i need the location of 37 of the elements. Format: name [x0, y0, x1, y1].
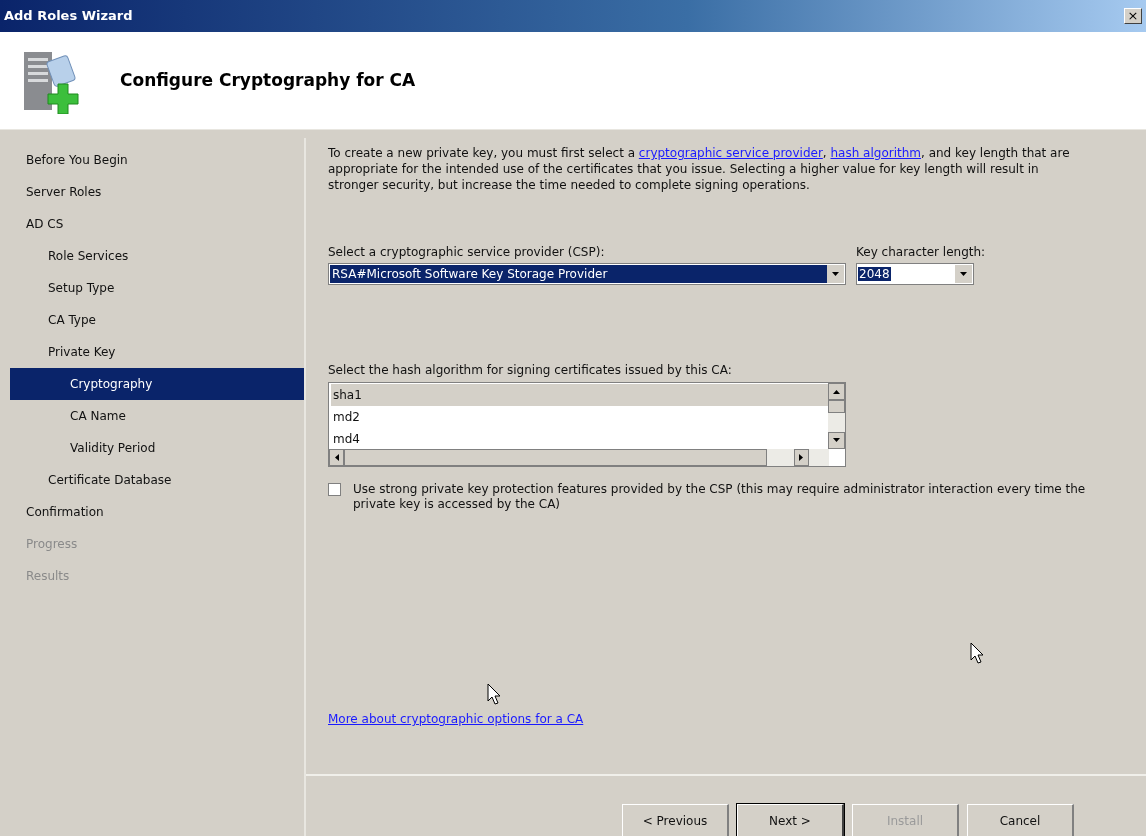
key-length-value: 2048 — [858, 267, 891, 281]
sidebar-item[interactable]: AD CS — [10, 208, 304, 240]
window-title: Add Roles Wizard — [4, 7, 133, 26]
mouse-pointer-icon — [487, 683, 501, 705]
wizard-button[interactable]: Cancel — [967, 804, 1074, 836]
page-title: Configure Cryptography for CA — [120, 68, 416, 92]
key-length-dropdown[interactable]: 2048 — [856, 263, 974, 285]
inline-link[interactable]: cryptographic service provider — [638, 146, 823, 160]
csp-dropdown[interactable]: RSA#Microsoft Software Key Storage Provider — [328, 263, 846, 285]
sidebar-item[interactable]: Certificate Database — [10, 464, 304, 496]
inline-link[interactable]: hash algorithm — [830, 146, 921, 160]
horizontal-scrollbar[interactable] — [329, 449, 829, 466]
key-length-label: Key character length: — [856, 244, 986, 261]
csp-value: RSA#Microsoft Software Key Storage Provider — [330, 265, 827, 283]
sidebar-item[interactable]: Server Roles — [10, 176, 304, 208]
hash-label: Select the hash algorithm for signing certificates issued by this CA: — [328, 362, 733, 379]
sidebar-item[interactable]: Cryptography — [10, 368, 304, 400]
checkbox[interactable] — [328, 483, 341, 496]
more-info-link[interactable]: More about cryptographic options for a CA — [328, 710, 584, 728]
intro-text: To create a new private key, you must first select a cryptographic service provider, hash algorithm, and key length that are appropriate for the intended use of the certificates that you issue. Selecting a higher value for key length will result in stronger security, but increase the time needed to complete signing operations. — [328, 145, 1071, 193]
wizard-button[interactable]: < Previous — [622, 804, 729, 836]
sidebar-item[interactable]: CA Type — [10, 304, 304, 336]
hash-list[interactable]: sha1 md2 md4 — [328, 382, 846, 467]
sidebar-item[interactable]: Confirmation — [10, 496, 304, 528]
sidebar-item[interactable]: Role Services — [10, 240, 304, 272]
sidebar-item[interactable]: CA Name — [10, 400, 304, 432]
sidebar-item[interactable]: Before You Begin — [10, 144, 304, 176]
sidebar-item[interactable]: Validity Period — [10, 432, 304, 464]
mouse-pointer-icon — [970, 642, 984, 664]
wizard-button[interactable]: Next > — [737, 804, 844, 836]
sidebar-item[interactable]: Private Key — [10, 336, 304, 368]
csp-label: Select a cryptographic service provider (CSP): — [328, 244, 606, 261]
sidebar-item[interactable]: Setup Type — [10, 272, 304, 304]
list-item[interactable]: sha1 — [331, 384, 828, 406]
vertical-scrollbar[interactable] — [828, 383, 845, 449]
close-button[interactable]: × — [1124, 8, 1142, 24]
checkbox-label: Use strong private key protection features provided by the CSP (this may require administrator interaction every time the private key is accessed by the CA) — [353, 482, 1087, 512]
